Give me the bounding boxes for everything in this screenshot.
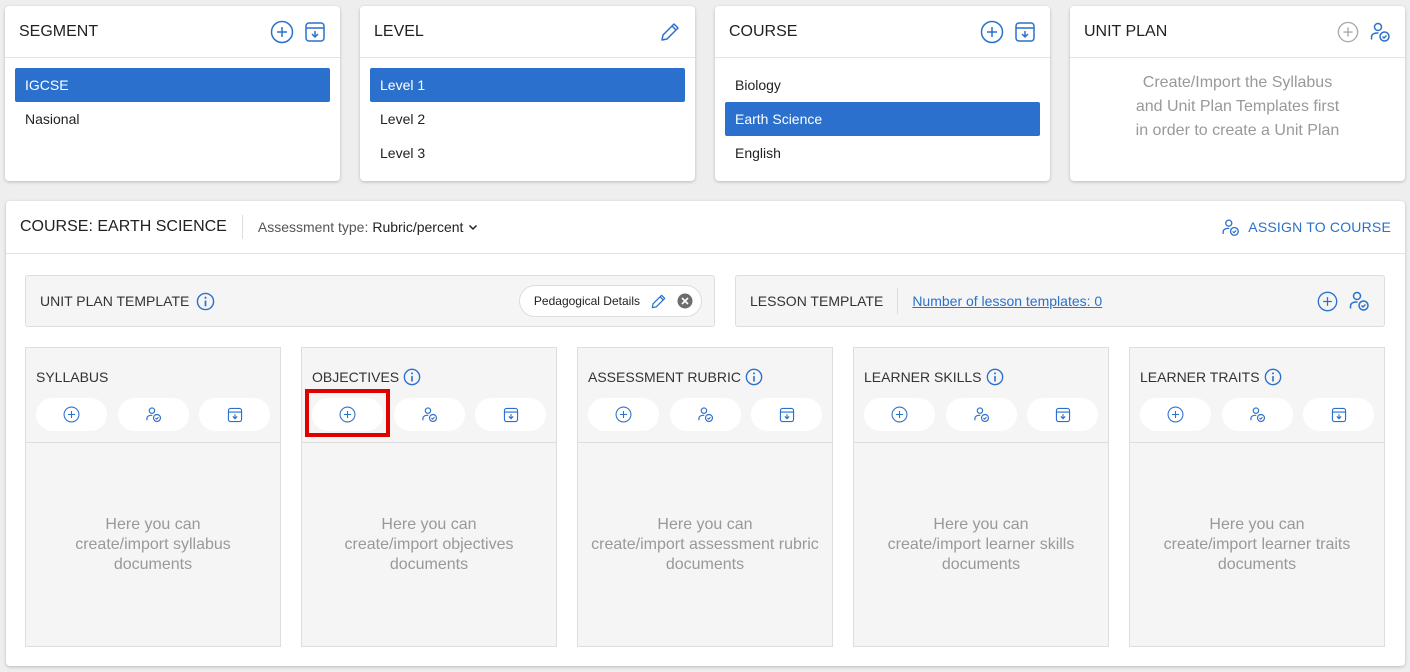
assign-button[interactable] [945,398,1017,431]
level-item-1[interactable]: Level 1 [370,68,685,102]
card-title: OBJECTIVES [312,369,400,385]
course-detail-panel: COURSE: EARTH SCIENCE Assessment type: R… [6,201,1405,666]
assign-to-course-label: ASSIGN TO COURSE [1248,219,1391,235]
assign-user-icon[interactable] [1348,290,1370,312]
import-button[interactable] [199,398,270,431]
learner-traits-card: LEARNER TRAITS Here you can create/impor… [1129,347,1385,647]
unit-plan-template-bar: UNIT PLAN TEMPLATE Pedagogical Details [25,275,715,327]
remove-circle-icon[interactable] [677,293,693,309]
pedagogical-details-chip[interactable]: Pedagogical Details [518,285,702,317]
info-icon[interactable] [1264,368,1282,386]
unit-plan-message: Create/Import the Syllabus and Unit Plan… [1135,74,1340,139]
segment-title: SEGMENT [19,22,99,40]
unit-plan-panel: UNIT PLAN Create/Import the Syllabus and… [1070,6,1405,181]
assessment-type-label: Assessment type: [257,219,369,235]
empty-state-message: Here you can create/import syllabus docu… [75,516,231,573]
chevron-down-icon [467,221,479,233]
info-icon[interactable] [196,292,215,311]
level-item-3[interactable]: Level 3 [370,136,685,170]
info-icon[interactable] [745,368,763,386]
lesson-template-title: LESSON TEMPLATE [750,293,884,309]
level-item-2[interactable]: Level 2 [370,102,685,136]
syllabus-card: SYLLABUS Here you can create/import syll… [25,347,281,647]
create-objectives-button[interactable] [312,398,383,431]
level-panel: LEVEL Level 1 Level 2 Level 3 [360,6,695,181]
course-item-biology[interactable]: Biology [725,68,1040,102]
assign-to-course-button[interactable]: ASSIGN TO COURSE [1221,218,1391,237]
lesson-template-bar: LESSON TEMPLATE Number of lesson templat… [735,275,1385,327]
import-button[interactable] [1303,398,1374,431]
info-icon[interactable] [403,368,421,386]
card-title: SYLLABUS [36,369,109,385]
assign-user-icon[interactable] [1369,21,1391,43]
course-item-earth-science[interactable]: Earth Science [725,102,1040,136]
card-title: LEARNER SKILLS [864,369,982,385]
course-item-english[interactable]: English [725,136,1040,170]
pedagogical-details-label: Pedagogical Details [533,294,640,308]
edit-pencil-icon[interactable] [659,21,681,43]
course-label: COURSE: EARTH SCIENCE [20,215,243,239]
assign-button[interactable] [1221,398,1293,431]
create-button[interactable] [864,398,935,431]
empty-state-message: Here you can create/import objectives do… [344,516,514,573]
import-button[interactable] [751,398,822,431]
segment-panel: SEGMENT IGCSE Nasional [5,6,340,181]
level-title: LEVEL [374,22,424,40]
assessment-rubric-card: ASSESSMENT RUBRIC Here you can create/im… [577,347,833,647]
divider [897,288,899,314]
add-circle-icon[interactable] [1337,21,1359,43]
unit-plan-template-title: UNIT PLAN TEMPLATE [40,293,190,309]
course-header: COURSE [715,6,1050,58]
card-title: LEARNER TRAITS [1140,369,1260,385]
assessment-type-select[interactable]: Assessment type: Rubric/percent [258,219,480,235]
assign-button[interactable] [393,398,465,431]
info-icon[interactable] [986,368,1004,386]
add-circle-icon[interactable] [270,20,294,44]
assign-button[interactable] [117,398,189,431]
segment-item-igcse[interactable]: IGCSE [15,68,330,102]
edit-pencil-icon[interactable] [650,293,667,310]
assign-user-icon [1221,218,1240,237]
level-header: LEVEL [360,6,695,58]
assessment-type-value: Rubric/percent [372,219,464,235]
course-title: COURSE [729,22,798,40]
course-detail-header: COURSE: EARTH SCIENCE Assessment type: R… [6,201,1405,254]
course-panel: COURSE Biology Earth Science English [715,6,1050,181]
unit-plan-title: UNIT PLAN [1084,22,1168,40]
assign-button[interactable] [669,398,741,431]
objectives-card: OBJECTIVES Here you can create/import ob… [301,347,557,647]
add-circle-icon[interactable] [1317,291,1338,312]
empty-state-message: Here you can create/import learner skill… [887,516,1075,573]
create-button[interactable] [36,398,107,431]
import-button[interactable] [1027,398,1098,431]
create-button[interactable] [1140,398,1211,431]
learner-skills-card: LEARNER SKILLS Here you can create/impor… [853,347,1109,647]
import-icon[interactable] [1014,21,1036,43]
create-button[interactable] [588,398,659,431]
empty-state-message: Here you can create/import assessment ru… [591,516,819,573]
segment-header: SEGMENT [5,6,340,58]
add-circle-icon[interactable] [980,20,1004,44]
empty-state-message: Here you can create/import learner trait… [1163,516,1351,573]
segment-item-nasional[interactable]: Nasional [15,102,330,136]
card-title: ASSESSMENT RUBRIC [588,369,741,385]
lesson-templates-count-link[interactable]: Number of lesson templates: 0 [912,293,1102,309]
import-icon[interactable] [304,21,326,43]
unit-plan-header: UNIT PLAN [1070,6,1405,58]
import-button[interactable] [475,398,546,431]
